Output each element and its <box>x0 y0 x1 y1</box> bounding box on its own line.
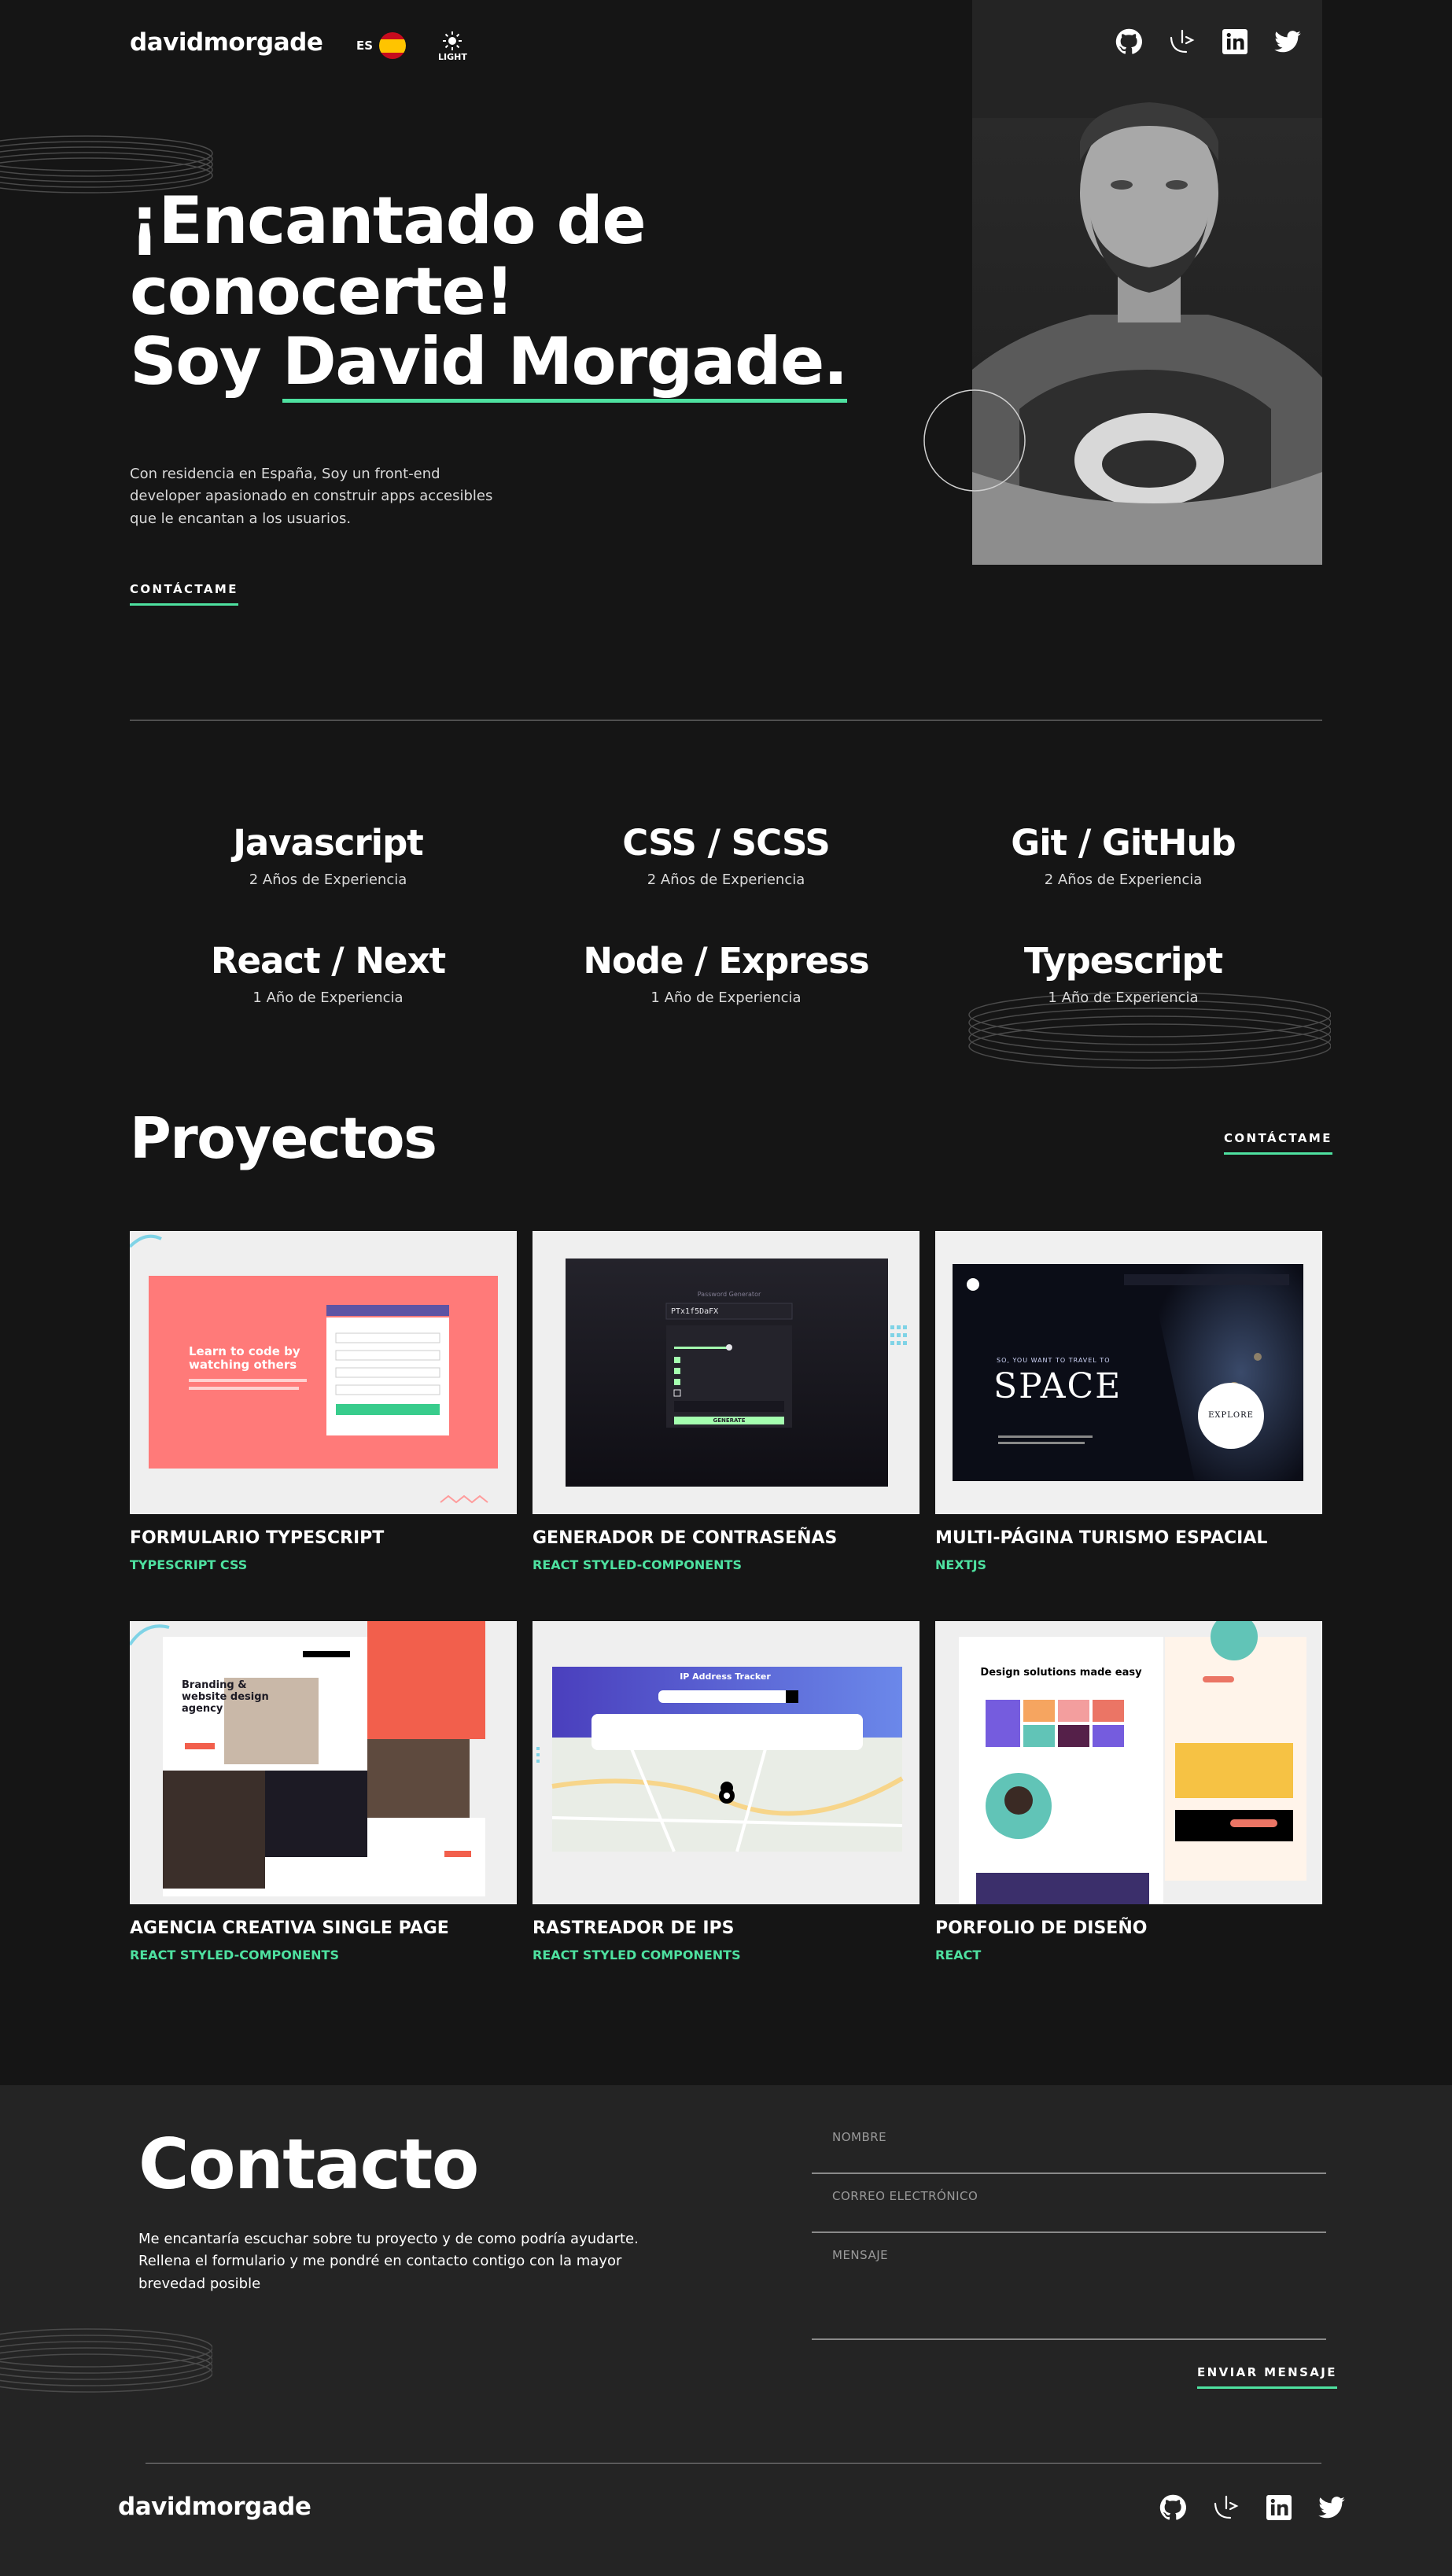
thumb-heading: IP Address Tracker <box>680 1671 771 1682</box>
send-message-button[interactable]: ENVIAR MENSAJE <box>1197 2365 1337 2389</box>
thumb-title: SPACE <box>993 1366 1122 1406</box>
skill-experience: 2 Años de Experiencia <box>249 872 407 888</box>
project-thumbnail[interactable]: Learn to code by watching others <box>130 1231 517 1514</box>
skill-name: Javascript <box>233 822 424 864</box>
project-card[interactable]: Branding & website design agency AGENCIA… <box>130 1621 517 1962</box>
frontend-mentor-link[interactable] <box>1169 28 1196 55</box>
project-title: RASTREADOR DE IPS <box>533 1918 735 1938</box>
thumb-heading: Design solutions made easy <box>980 1667 1142 1679</box>
project-card[interactable]: IP Address Tracker RASTREADOR DE IPS REA… <box>533 1621 919 1962</box>
language-label: ES <box>356 39 374 53</box>
thumb-password: PTx1f5DaFX <box>671 1307 719 1316</box>
project-thumbnail[interactable]: Branding & website design agency <box>130 1621 517 1904</box>
skill-item: Javascript 2 Años de Experiencia <box>147 822 509 888</box>
projects-title: Proyectos <box>130 1105 437 1171</box>
skill-experience: 2 Años de Experiencia <box>647 872 805 888</box>
skill-experience: 1 Año de Experiencia <box>650 989 802 1006</box>
hero-title-line-2: conocerte! <box>130 252 514 330</box>
theme-toggle[interactable]: LIGHT <box>438 31 467 62</box>
hero-contact-button[interactable]: CONTÁCTAME <box>130 582 238 606</box>
github-link[interactable] <box>1115 28 1142 55</box>
sun-icon <box>443 31 463 50</box>
skill-item: Typescript 1 Año de Experiencia <box>942 940 1304 1006</box>
skill-name: Node / Express <box>583 940 869 982</box>
project-thumbnail[interactable]: Design solutions made easy <box>935 1621 1322 1904</box>
skill-item: React / Next 1 Año de Experiencia <box>147 940 509 1006</box>
project-tags: NEXTJS <box>935 1557 987 1572</box>
project-card[interactable]: SO, YOU WANT TO TRAVEL TO SPACE EXPLORE … <box>935 1231 1322 1572</box>
header-logo[interactable]: davidmorgade <box>130 28 323 57</box>
hero-title-line-1: ¡Encantado de <box>130 182 647 259</box>
thumb-generate: GENERATE <box>713 1417 746 1424</box>
spain-flag-icon <box>379 32 407 59</box>
footer-logo[interactable]: davidmorgade <box>118 2493 311 2521</box>
email-field[interactable]: CORREO ELECTRÓNICO <box>812 2189 1326 2233</box>
hero-title: ¡Encantado de conocerte! Soy David Morga… <box>130 182 848 403</box>
project-tags: REACT STYLED-COMPONENTS <box>130 1948 339 1962</box>
skill-name: Typescript <box>1023 940 1223 982</box>
linkedin-icon <box>1266 2495 1292 2520</box>
project-title: FORMULARIO TYPESCRIPT <box>130 1528 385 1548</box>
thumb-heading: Branding & website design agency <box>182 1679 269 1715</box>
project-title: PORFOLIO DE DISEÑO <box>935 1918 1148 1938</box>
name-placeholder: NOMBRE <box>832 2130 887 2144</box>
project-card[interactable]: Design solutions made easy PORFOLIO DE D… <box>935 1621 1322 1962</box>
projects-contact-button[interactable]: CONTÁCTAME <box>1224 1131 1332 1155</box>
contact-description: Me encantaría escuchar sobre tu proyecto… <box>138 2231 639 2292</box>
skill-name: CSS / SCSS <box>622 822 831 864</box>
github-link[interactable] <box>1159 2494 1186 2521</box>
linkedin-icon <box>1222 29 1247 54</box>
footer-divider <box>146 2463 1321 2464</box>
skill-name: Git / GitHub <box>1011 822 1236 864</box>
project-title: AGENCIA CREATIVA SINGLE PAGE <box>130 1918 449 1938</box>
project-thumbnail[interactable]: Password Generator PTx1f5DaFX GENERATE <box>533 1231 919 1514</box>
skill-item: Node / Express 1 Año de Experiencia <box>545 940 907 1006</box>
thumb-explore: EXPLORE <box>1208 1411 1254 1420</box>
twitter-icon <box>1318 2497 1345 2519</box>
hero-name: David Morgade. <box>282 323 848 403</box>
message-field[interactable]: MENSAJE <box>812 2248 1326 2340</box>
project-title: GENERADOR DE CONTRASEÑAS <box>533 1528 838 1548</box>
project-tags: TYPESCRIPT CSS <box>130 1557 248 1572</box>
project-card[interactable]: Password Generator PTx1f5DaFX GENERATE G… <box>533 1231 919 1572</box>
linkedin-link[interactable] <box>1222 29 1247 54</box>
contact-title: Contacto <box>138 2124 479 2205</box>
project-thumbnail[interactable]: SO, YOU WANT TO TRAVEL TO SPACE EXPLORE <box>935 1231 1322 1514</box>
project-tags: REACT STYLED COMPONENTS <box>533 1948 741 1962</box>
twitter-link[interactable] <box>1318 2497 1345 2519</box>
twitter-link[interactable] <box>1274 31 1301 53</box>
skill-experience: 1 Año de Experiencia <box>252 989 404 1006</box>
header-social-links <box>1115 28 1301 55</box>
hero-intro: Con residencia en España, Soy un front-e… <box>130 466 493 527</box>
name-field[interactable]: NOMBRE <box>812 2130 1326 2174</box>
skill-experience: 2 Años de Experiencia <box>1044 872 1203 888</box>
message-placeholder: MENSAJE <box>832 2248 889 2262</box>
hero-title-prefix: Soy <box>130 323 282 400</box>
email-placeholder: CORREO ELECTRÓNICO <box>832 2189 978 2203</box>
theme-label: LIGHT <box>438 52 467 62</box>
footer-social-links <box>1159 2494 1345 2521</box>
thumb-kicker: SO, YOU WANT TO TRAVEL TO <box>997 1357 1111 1364</box>
project-tags: REACT <box>935 1948 982 1962</box>
skill-experience: 1 Año de Experiencia <box>1048 989 1199 1006</box>
project-card[interactable]: Learn to code by watching others FORMULA… <box>130 1231 517 1572</box>
thumb-heading: Learn to code by watching others <box>189 1344 300 1373</box>
linkedin-link[interactable] <box>1266 2495 1292 2520</box>
skill-name: React / Next <box>210 940 446 982</box>
skill-item: Git / GitHub 2 Años de Experiencia <box>942 822 1304 888</box>
decorative-rings-contact <box>0 2328 212 2393</box>
language-switcher[interactable]: ES <box>356 32 407 59</box>
frontend-mentor-icon <box>1170 29 1195 53</box>
github-icon <box>1115 28 1142 54</box>
project-title: MULTI-PÁGINA TURISMO ESPACIAL <box>935 1528 1268 1548</box>
twitter-icon <box>1274 31 1301 53</box>
project-thumbnail[interactable]: IP Address Tracker <box>533 1621 919 1904</box>
decorative-circle <box>923 389 1026 492</box>
github-icon <box>1159 2494 1186 2520</box>
frontend-mentor-link[interactable] <box>1213 2494 1240 2521</box>
project-tags: REACT STYLED-COMPONENTS <box>533 1557 742 1572</box>
thumb-heading: Password Generator <box>697 1291 761 1298</box>
frontend-mentor-icon <box>1214 2495 1239 2519</box>
skill-item: CSS / SCSS 2 Años de Experiencia <box>545 822 907 888</box>
